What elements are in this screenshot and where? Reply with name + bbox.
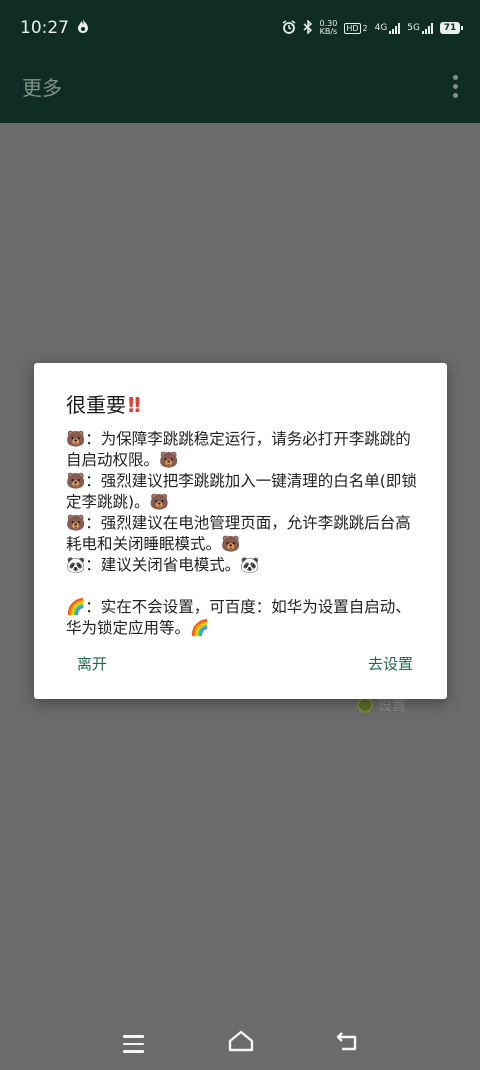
hd-indicator: HD 2 bbox=[344, 22, 368, 34]
important-dialog: 很重要 ‼ 🐻：为保障李跳跳稳定运行，请务必打开李跳跳的自启动权限。🐻 🐻：强烈建… bbox=[34, 363, 447, 699]
more-vert-icon[interactable] bbox=[453, 74, 458, 98]
navigation-bar bbox=[0, 1018, 480, 1070]
menu-icon[interactable] bbox=[123, 1035, 144, 1053]
dialog-title-text: 很重要 bbox=[66, 393, 126, 417]
message-line-power-save: 🐼：建议关闭省电模式。🐼 bbox=[66, 556, 260, 574]
bluetooth-icon bbox=[303, 18, 313, 37]
signal-bars-icon bbox=[422, 22, 433, 34]
message-line-autostart: 🐻：为保障李跳跳稳定运行，请务必打开李跳跳的自启动权限。🐻 bbox=[66, 430, 411, 469]
double-exclamation-icon: ‼ bbox=[128, 393, 140, 417]
top-area: 10:27 0.30 KB/s HD 2 4G 5G 71 更多 bbox=[0, 0, 480, 123]
status-icons: 0.30 KB/s HD 2 4G 5G 71 bbox=[282, 18, 463, 37]
page-title: 更多 bbox=[22, 75, 62, 100]
hd-label: HD bbox=[344, 22, 361, 34]
dialog-title: 很重要 ‼ bbox=[66, 389, 140, 418]
status-bar: 10:27 0.30 KB/s HD 2 4G 5G 71 bbox=[0, 0, 480, 56]
app-bar: 更多 bbox=[0, 66, 480, 106]
battery-level: 71 bbox=[443, 23, 457, 33]
home-icon[interactable] bbox=[228, 1030, 254, 1056]
back-icon[interactable] bbox=[336, 1031, 358, 1055]
message-line-help: 🌈：实在不会设置，可百度：如华为设置自启动、华为锁定应用等。🌈 bbox=[66, 598, 411, 637]
alarm-icon bbox=[282, 19, 296, 37]
battery-icon: 71 bbox=[440, 22, 463, 34]
flame-icon bbox=[77, 19, 89, 37]
message-line-whitelist: 🐻：强烈建议把李跳跳加入一键清理的白名单(即锁定李跳跳)。🐻 bbox=[66, 472, 417, 511]
hd-sub: 2 bbox=[362, 23, 368, 33]
go-settings-button[interactable]: 去设置 bbox=[368, 653, 413, 674]
dialog-message: 🐻：为保障李跳跳稳定运行，请务必打开李跳跳的自启动权限。🐻 🐻：强烈建议把李跳跳… bbox=[66, 429, 426, 639]
kiwi-icon bbox=[357, 697, 373, 713]
signal-4g: 4G bbox=[374, 22, 401, 34]
net-speed-unit: KB/s bbox=[319, 27, 338, 36]
signal-4g-label: 4G bbox=[374, 23, 388, 33]
signal-5g-label: 5G bbox=[407, 23, 420, 33]
message-line-battery: 🐻：强烈建议在电池管理页面，允许李跳跳后台高耗电和关闭睡眠模式。🐻 bbox=[66, 514, 411, 553]
signal-bars-icon bbox=[389, 22, 401, 34]
status-time: 10:27 bbox=[20, 18, 69, 38]
net-speed: 0.30 KB/s bbox=[320, 20, 338, 36]
signal-5g: 5G bbox=[407, 22, 433, 34]
leave-button[interactable]: 离开 bbox=[77, 653, 107, 674]
